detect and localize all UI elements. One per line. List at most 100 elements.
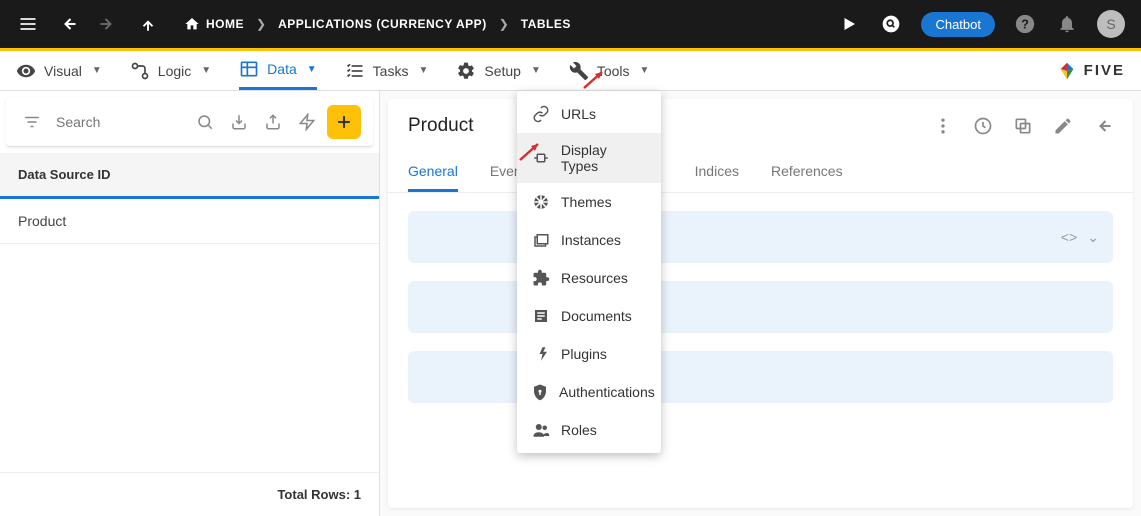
up-icon[interactable] <box>136 12 160 36</box>
dropdown-label: Instances <box>561 232 621 248</box>
caret-down-icon: ▼ <box>201 65 211 76</box>
column-header[interactable]: Data Source ID <box>0 153 379 199</box>
tab-indices[interactable]: Indices <box>695 153 739 192</box>
more-icon[interactable] <box>933 116 953 136</box>
dropdown-label: Authentications <box>559 384 655 400</box>
dropdown-item-roles[interactable]: Roles <box>517 411 661 449</box>
themes-icon <box>531 192 551 212</box>
tools-icon <box>569 61 589 81</box>
breadcrumb-applications[interactable]: APPLICATIONS (CURRENCY APP) <box>278 17 487 31</box>
content-header: Product <box>388 99 1133 153</box>
export-icon[interactable] <box>259 108 287 136</box>
play-icon[interactable] <box>837 12 861 36</box>
tab-tasks[interactable]: Tasks ▼ <box>345 51 429 90</box>
dropdown-item-resources[interactable]: Resources <box>517 259 661 297</box>
tab-general[interactable]: General <box>408 153 458 192</box>
tab-references[interactable]: References <box>771 153 843 192</box>
page-title: Product <box>408 115 473 137</box>
instances-icon <box>531 230 551 250</box>
edit-icon[interactable] <box>1053 116 1073 136</box>
dropdown-label: Themes <box>561 194 612 210</box>
tab-setup-label: Setup <box>484 63 521 79</box>
breadcrumb: HOME ❯ APPLICATIONS (CURRENCY APP) ❯ TAB… <box>184 16 571 32</box>
caret-down-icon: ▼ <box>640 65 650 76</box>
tab-tasks-label: Tasks <box>373 63 409 79</box>
field-row[interactable] <box>408 281 1113 333</box>
shield-icon <box>531 382 549 402</box>
tab-visual[interactable]: Visual ▼ <box>16 51 102 90</box>
tasks-icon <box>345 61 365 81</box>
chevron-down-icon[interactable]: ⌄ <box>1087 229 1099 246</box>
eye-icon <box>16 61 36 81</box>
copy-icon[interactable] <box>1013 116 1033 136</box>
field-row[interactable]: <> ⌄ <box>408 211 1113 263</box>
dropdown-item-instances[interactable]: Instances <box>517 221 661 259</box>
field-actions: <> ⌄ <box>1061 229 1099 246</box>
five-logo-icon <box>1056 60 1078 82</box>
dropdown-label: Roles <box>561 422 597 438</box>
breadcrumb-home-label: HOME <box>206 17 244 31</box>
sidebar: Data Source ID Product Total Rows: 1 <box>0 91 380 516</box>
hamburger-icon[interactable] <box>16 12 40 36</box>
search-input[interactable] <box>52 110 185 134</box>
caret-down-icon: ▼ <box>531 65 541 76</box>
dropdown-label: Documents <box>561 308 632 324</box>
breadcrumb-tables-label: TABLES <box>521 17 571 31</box>
gear-icon <box>456 61 476 81</box>
dropdown-item-themes[interactable]: Themes <box>517 183 661 221</box>
chevron-right-icon: ❯ <box>256 17 266 31</box>
tab-tools[interactable]: Tools ▼ <box>569 51 650 90</box>
import-icon[interactable] <box>225 108 253 136</box>
tab-visual-label: Visual <box>44 63 82 79</box>
dropdown-item-plugins[interactable]: Plugins <box>517 335 661 373</box>
dropdown-label: Plugins <box>561 346 607 362</box>
brand-logo: FIVE <box>1056 60 1125 82</box>
search-icon[interactable] <box>191 108 219 136</box>
avatar[interactable]: S <box>1097 10 1125 38</box>
bell-icon[interactable] <box>1055 12 1079 36</box>
plugins-icon <box>531 344 551 364</box>
table-row[interactable]: Product <box>0 199 379 244</box>
caret-down-icon: ▼ <box>92 65 102 76</box>
svg-text:?: ? <box>1021 17 1029 32</box>
tab-data[interactable]: Data ▼ <box>239 51 316 90</box>
tab-tools-label: Tools <box>597 63 630 79</box>
total-rows-label: Total Rows: 1 <box>0 472 379 516</box>
help-icon[interactable]: ? <box>1013 12 1037 36</box>
lightning-icon[interactable] <box>293 108 321 136</box>
dropdown-item-authentications[interactable]: Authentications <box>517 373 661 411</box>
content-actions <box>933 116 1113 136</box>
documents-icon <box>531 306 551 326</box>
tab-logic[interactable]: Logic ▼ <box>130 51 211 90</box>
filter-icon[interactable] <box>18 108 46 136</box>
field-row[interactable] <box>408 351 1113 403</box>
dropdown-item-display-types[interactable]: Display Types <box>517 133 661 183</box>
dropdown-label: Display Types <box>561 142 647 174</box>
tab-setup[interactable]: Setup ▼ <box>456 51 541 90</box>
back-icon[interactable] <box>56 12 80 36</box>
main-tabs: Visual ▼ Logic ▼ Data ▼ Tasks ▼ Setup ▼ … <box>0 51 1141 91</box>
dropdown-item-urls[interactable]: URLs <box>517 95 661 133</box>
breadcrumb-apps-label: APPLICATIONS (CURRENCY APP) <box>278 17 487 31</box>
add-button[interactable] <box>327 105 361 139</box>
link-icon <box>531 104 551 124</box>
tab-logic-label: Logic <box>158 63 191 79</box>
breadcrumb-home[interactable]: HOME <box>184 16 244 32</box>
topbar-right: Chatbot ? S <box>837 10 1125 38</box>
back-arrow-icon[interactable] <box>1093 116 1113 136</box>
search-circle-icon[interactable] <box>879 12 903 36</box>
setup-dropdown: URLs Display Types Themes Instances Reso… <box>517 91 661 453</box>
breadcrumb-tables[interactable]: TABLES <box>521 17 571 31</box>
code-icon[interactable]: <> <box>1061 229 1077 246</box>
dropdown-label: URLs <box>561 106 596 122</box>
dropdown-label: Resources <box>561 270 628 286</box>
caret-down-icon: ▼ <box>418 65 428 76</box>
chevron-right-icon: ❯ <box>499 17 509 31</box>
roles-icon <box>531 420 551 440</box>
chatbot-button[interactable]: Chatbot <box>921 12 995 37</box>
history-icon[interactable] <box>973 116 993 136</box>
dropdown-item-documents[interactable]: Documents <box>517 297 661 335</box>
topbar: HOME ❯ APPLICATIONS (CURRENCY APP) ❯ TAB… <box>0 0 1141 48</box>
table-icon <box>239 59 259 79</box>
resources-icon <box>531 268 551 288</box>
